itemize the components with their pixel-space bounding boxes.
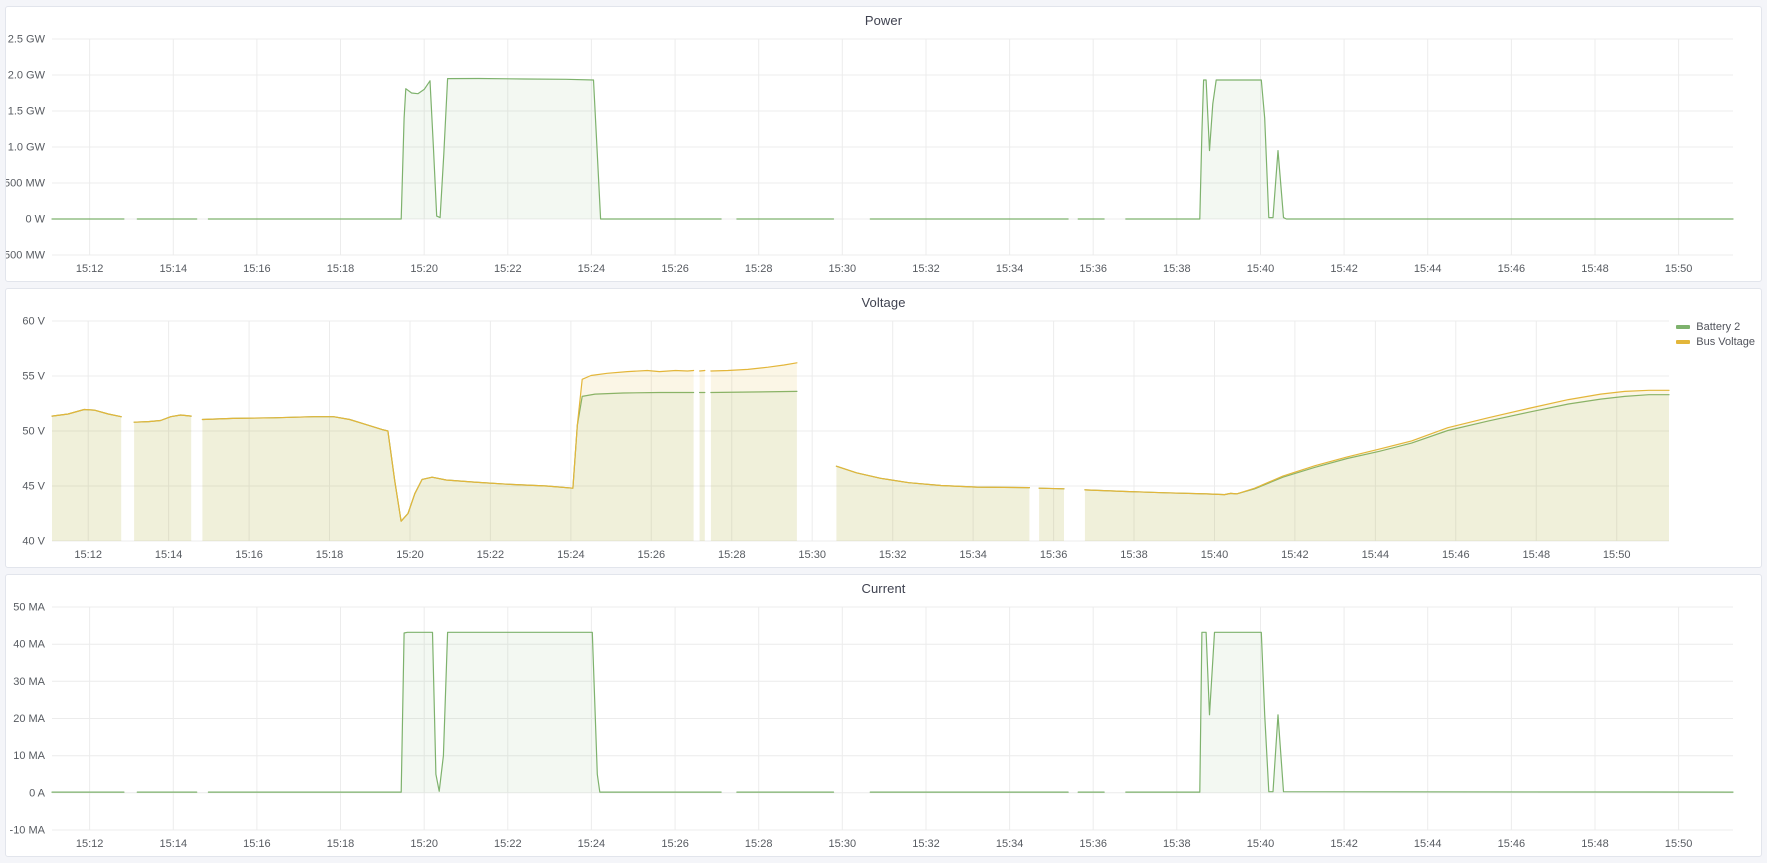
panel-voltage: Voltage 15:1215:1415:1615:1815:2015:2215… bbox=[5, 288, 1762, 568]
svg-text:15:40: 15:40 bbox=[1247, 838, 1275, 850]
panel-title-current[interactable]: Current bbox=[6, 575, 1761, 601]
svg-text:15:20: 15:20 bbox=[410, 838, 438, 850]
svg-text:15:36: 15:36 bbox=[1079, 838, 1107, 850]
svg-text:500 MW: 500 MW bbox=[6, 178, 46, 190]
svg-text:2.5 GW: 2.5 GW bbox=[8, 34, 46, 46]
svg-text:15:44: 15:44 bbox=[1414, 838, 1442, 850]
legend-item-battery-2[interactable]: Battery 2 bbox=[1676, 321, 1755, 333]
svg-text:1.5 GW: 1.5 GW bbox=[8, 106, 46, 118]
svg-text:-500 MW: -500 MW bbox=[6, 250, 46, 262]
svg-text:15:36: 15:36 bbox=[1079, 263, 1107, 275]
svg-text:50 V: 50 V bbox=[22, 426, 45, 438]
svg-text:15:50: 15:50 bbox=[1665, 263, 1693, 275]
svg-text:20 MA: 20 MA bbox=[13, 713, 45, 725]
power-chart[interactable]: 15:12 15:14 15:16 15:18 15:20 15:22 15:24 15:26… bbox=[6, 33, 1761, 281]
svg-text:15:34: 15:34 bbox=[959, 549, 987, 561]
svg-text:15:18: 15:18 bbox=[327, 263, 355, 275]
legend-label-bus-voltage: Bus Voltage bbox=[1696, 336, 1755, 348]
svg-text:-10 MA: -10 MA bbox=[10, 825, 46, 837]
panel-title-power[interactable]: Power bbox=[6, 7, 1761, 33]
svg-text:15:42: 15:42 bbox=[1281, 549, 1309, 561]
svg-text:15:22: 15:22 bbox=[494, 263, 522, 275]
svg-text:15:18: 15:18 bbox=[316, 549, 344, 561]
svg-text:0 A: 0 A bbox=[29, 787, 46, 799]
svg-text:15:28: 15:28 bbox=[745, 838, 773, 850]
current-chart[interactable]: 15:12 15:14 15:16 15:18 15:20 15:22 15:24 15:26… bbox=[6, 601, 1761, 856]
bus-voltage-series-swatch bbox=[1676, 340, 1690, 344]
svg-text:15:38: 15:38 bbox=[1120, 549, 1148, 561]
svg-text:1.0 GW: 1.0 GW bbox=[8, 142, 46, 154]
svg-text:10 MA: 10 MA bbox=[13, 750, 45, 762]
svg-text:15:38: 15:38 bbox=[1163, 263, 1191, 275]
svg-text:15:16: 15:16 bbox=[243, 263, 271, 275]
svg-text:15:44: 15:44 bbox=[1362, 549, 1390, 561]
svg-text:15:50: 15:50 bbox=[1603, 549, 1631, 561]
svg-text:40 V: 40 V bbox=[22, 536, 45, 548]
svg-text:15:22: 15:22 bbox=[494, 838, 522, 850]
svg-text:15:50: 15:50 bbox=[1665, 838, 1693, 850]
svg-text:50 MA: 50 MA bbox=[13, 602, 45, 614]
svg-text:55 V: 55 V bbox=[22, 371, 45, 383]
svg-text:2.0 GW: 2.0 GW bbox=[8, 70, 46, 82]
voltage-chart[interactable]: 15:12 15:14 15:16 15:18 15:20 15:22 15:24 15:26… bbox=[6, 315, 1761, 567]
svg-text:15:14: 15:14 bbox=[155, 549, 183, 561]
svg-text:15:30: 15:30 bbox=[829, 838, 857, 850]
svg-text:15:36: 15:36 bbox=[1040, 549, 1068, 561]
svg-text:15:24: 15:24 bbox=[578, 263, 606, 275]
svg-text:15:30: 15:30 bbox=[829, 263, 857, 275]
svg-text:15:14: 15:14 bbox=[160, 263, 188, 275]
svg-text:15:28: 15:28 bbox=[718, 549, 746, 561]
svg-text:15:28: 15:28 bbox=[745, 263, 773, 275]
legend: Battery 2 Bus Voltage bbox=[1676, 321, 1755, 348]
battery-2-series-swatch bbox=[1676, 325, 1690, 329]
legend-item-bus-voltage[interactable]: Bus Voltage bbox=[1676, 336, 1755, 348]
svg-text:15:32: 15:32 bbox=[912, 263, 940, 275]
panel-current: Current 15:1215:1415:1615:1815:2015:2215… bbox=[5, 574, 1762, 857]
panel-title-voltage[interactable]: Voltage bbox=[6, 289, 1761, 315]
svg-text:15:34: 15:34 bbox=[996, 838, 1024, 850]
svg-text:15:24: 15:24 bbox=[578, 838, 606, 850]
svg-text:15:30: 15:30 bbox=[798, 549, 826, 561]
svg-text:15:22: 15:22 bbox=[477, 549, 505, 561]
svg-text:15:12: 15:12 bbox=[74, 549, 102, 561]
svg-text:15:20: 15:20 bbox=[410, 263, 438, 275]
svg-text:15:32: 15:32 bbox=[879, 549, 907, 561]
svg-text:15:32: 15:32 bbox=[912, 838, 940, 850]
svg-text:15:46: 15:46 bbox=[1498, 838, 1526, 850]
svg-text:15:16: 15:16 bbox=[243, 838, 271, 850]
svg-text:15:12: 15:12 bbox=[76, 263, 104, 275]
svg-text:15:20: 15:20 bbox=[396, 549, 424, 561]
svg-text:15:46: 15:46 bbox=[1442, 549, 1470, 561]
svg-text:15:42: 15:42 bbox=[1330, 838, 1358, 850]
svg-text:15:16: 15:16 bbox=[235, 549, 263, 561]
svg-text:15:18: 15:18 bbox=[327, 838, 355, 850]
svg-text:15:26: 15:26 bbox=[638, 549, 666, 561]
svg-text:15:42: 15:42 bbox=[1330, 263, 1358, 275]
svg-text:45 V: 45 V bbox=[22, 481, 45, 493]
svg-text:15:40: 15:40 bbox=[1201, 549, 1229, 561]
svg-text:15:24: 15:24 bbox=[557, 549, 585, 561]
svg-text:15:44: 15:44 bbox=[1414, 263, 1442, 275]
svg-text:15:12: 15:12 bbox=[76, 838, 104, 850]
svg-text:15:48: 15:48 bbox=[1581, 838, 1609, 850]
svg-text:15:26: 15:26 bbox=[661, 263, 689, 275]
svg-text:30 MA: 30 MA bbox=[13, 676, 45, 688]
svg-text:15:48: 15:48 bbox=[1581, 263, 1609, 275]
svg-text:15:40: 15:40 bbox=[1247, 263, 1275, 275]
svg-text:15:26: 15:26 bbox=[661, 838, 689, 850]
svg-text:0 W: 0 W bbox=[25, 214, 45, 226]
panel-power: Power 15:12 15:14 15:16 15:18 15:20 15:22 15:2… bbox=[5, 6, 1762, 282]
svg-text:15:14: 15:14 bbox=[160, 838, 188, 850]
legend-label-battery-2: Battery 2 bbox=[1696, 321, 1740, 333]
svg-text:40 MA: 40 MA bbox=[13, 639, 45, 651]
svg-text:15:38: 15:38 bbox=[1163, 838, 1191, 850]
svg-text:15:48: 15:48 bbox=[1523, 549, 1551, 561]
svg-text:15:34: 15:34 bbox=[996, 263, 1024, 275]
svg-text:15:46: 15:46 bbox=[1498, 263, 1526, 275]
svg-text:60 V: 60 V bbox=[22, 316, 45, 328]
